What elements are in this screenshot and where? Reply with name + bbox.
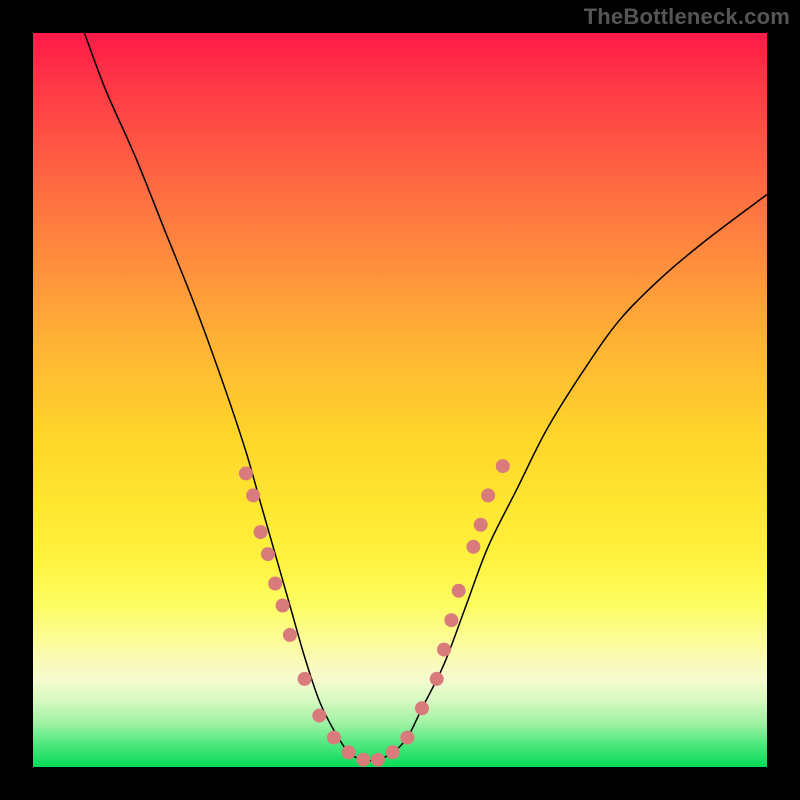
data-marker	[298, 672, 312, 686]
data-marker	[342, 745, 356, 759]
chart-frame: TheBottleneck.com	[0, 0, 800, 800]
data-marker	[466, 540, 480, 554]
data-marker	[430, 672, 444, 686]
data-marker	[356, 753, 370, 767]
data-marker	[246, 488, 260, 502]
data-marker	[276, 599, 290, 613]
data-marker	[283, 628, 297, 642]
plot-area	[33, 33, 767, 767]
data-marker	[474, 518, 488, 532]
data-marker	[444, 613, 458, 627]
bottleneck-curve	[84, 33, 767, 761]
marker-group	[239, 459, 510, 767]
data-marker	[400, 731, 414, 745]
data-marker	[261, 547, 275, 561]
data-marker	[239, 466, 253, 480]
data-marker	[254, 525, 268, 539]
data-marker	[268, 577, 282, 591]
data-marker	[371, 753, 385, 767]
data-marker	[481, 488, 495, 502]
data-marker	[312, 709, 326, 723]
data-marker	[437, 643, 451, 657]
data-marker	[415, 701, 429, 715]
data-marker	[327, 731, 341, 745]
data-marker	[386, 745, 400, 759]
bottleneck-curve-svg	[33, 33, 767, 767]
data-marker	[452, 584, 466, 598]
watermark-text: TheBottleneck.com	[584, 4, 790, 30]
data-marker	[496, 459, 510, 473]
